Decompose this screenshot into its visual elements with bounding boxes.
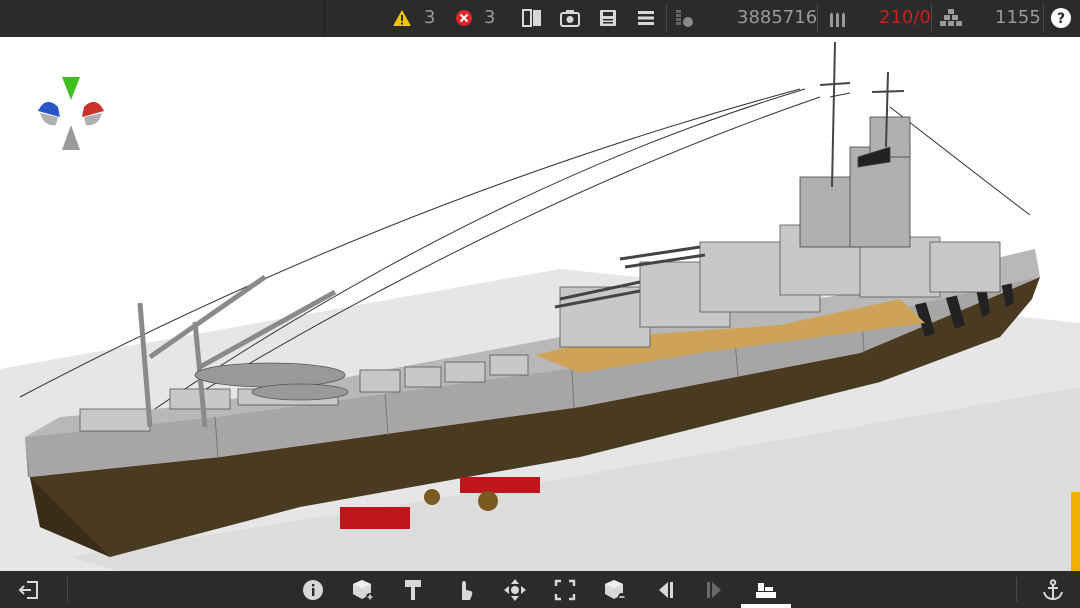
svg-text:?: ?: [1057, 11, 1065, 27]
exit-icon[interactable]: [16, 577, 42, 603]
superstructure: [799, 116, 911, 248]
ammo-value: 210/0: [879, 7, 931, 28]
ammo-icon: [826, 7, 852, 29]
bottom-toolbar: [0, 571, 1080, 608]
orientation-gizmo: [38, 77, 104, 150]
divider: [67, 577, 68, 602]
cost-value: 3885716: [737, 7, 818, 28]
next-icon[interactable]: [702, 577, 728, 603]
keel-block: [340, 507, 410, 529]
add-part-icon[interactable]: [350, 577, 376, 603]
divider: [817, 4, 818, 33]
top-left-panel: [0, 0, 325, 37]
error-icon[interactable]: [453, 7, 475, 29]
structure-icon[interactable]: [753, 577, 779, 603]
menu-icon[interactable]: [634, 7, 658, 29]
keel-block: [460, 477, 540, 493]
side-panel-handle[interactable]: [1071, 492, 1080, 571]
remove-part-icon[interactable]: [602, 577, 628, 603]
move-icon[interactable]: [502, 577, 528, 603]
previous-icon[interactable]: [652, 577, 678, 603]
errors-count[interactable]: 3: [484, 7, 495, 29]
anchor-icon[interactable]: [1040, 577, 1066, 603]
divider: [1016, 577, 1017, 602]
weight-icon: [938, 7, 964, 29]
select-hand-icon[interactable]: [452, 577, 478, 603]
3d-viewport[interactable]: [0, 37, 1080, 571]
help-icon[interactable]: ?: [1049, 7, 1073, 29]
split-view-icon[interactable]: [520, 7, 544, 29]
divider: [931, 4, 932, 33]
warning-icon[interactable]: [391, 7, 413, 29]
paint-icon[interactable]: [400, 577, 426, 603]
cost-icon: [672, 7, 698, 29]
resize-icon[interactable]: [552, 577, 578, 603]
active-tool-indicator: [741, 604, 791, 608]
top-toolbar: 3 3 3885716 210/0 1155 ?: [0, 0, 1080, 37]
weight-value: 1155: [995, 7, 1041, 28]
info-icon[interactable]: [300, 577, 326, 603]
camera-icon[interactable]: [558, 7, 582, 29]
divider: [666, 4, 667, 33]
save-icon[interactable]: [596, 7, 620, 29]
warnings-count[interactable]: 3: [424, 7, 435, 29]
divider: [1043, 4, 1044, 33]
ship-scene: [0, 41, 1080, 571]
